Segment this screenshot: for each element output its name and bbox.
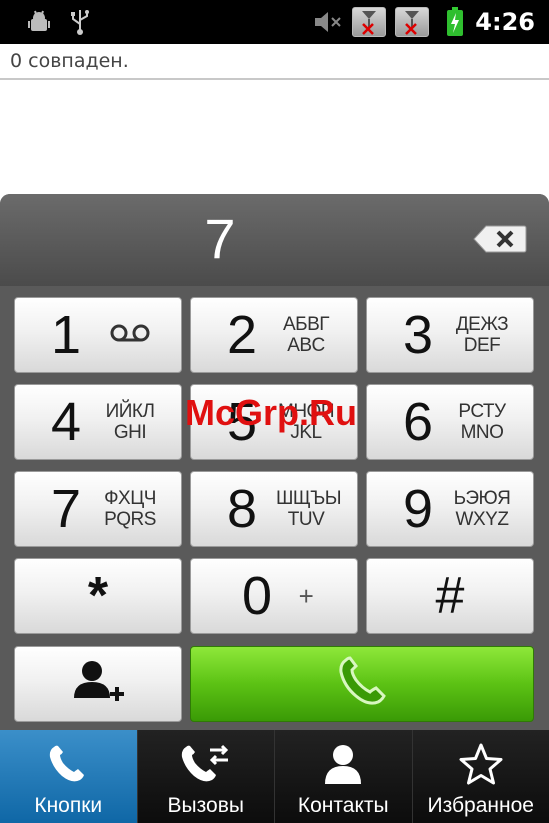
tab-keypad[interactable]: Кнопки bbox=[0, 730, 138, 823]
key-3[interactable]: 3 ДЕЖЗ DEF bbox=[366, 297, 534, 373]
key-hash[interactable]: # bbox=[366, 558, 534, 634]
bottom-tab-bar: Кнопки Вызовы Контакты Избранное bbox=[0, 730, 549, 823]
dialer-panel: 7 1 2 АБВГ ABC 3 ДЕЖЗ DEF 4 ИЙКЛ GHI 5 МНОП… bbox=[0, 194, 549, 730]
no-sim-1-icon bbox=[352, 7, 386, 37]
key-2[interactable]: 2 АБВГ ABC bbox=[190, 297, 358, 373]
key-letters: АБВГ ABC bbox=[276, 314, 336, 356]
key-digit: # bbox=[435, 567, 465, 625]
letters-cyrillic: ФХЦЧ bbox=[104, 488, 156, 509]
match-count: 0 совпаден. bbox=[0, 44, 549, 80]
digits-bar: 7 bbox=[0, 194, 549, 286]
backspace-icon[interactable] bbox=[472, 224, 528, 254]
letters-latin: WXYZ bbox=[455, 509, 509, 530]
letters-latin: DEF bbox=[463, 335, 501, 356]
mute-icon bbox=[312, 6, 344, 38]
key-7[interactable]: 7 ФХЦЧ PQRS bbox=[14, 471, 182, 547]
key-digit: 4 bbox=[50, 392, 82, 452]
phone-call-icon bbox=[332, 652, 392, 716]
call-log-icon bbox=[180, 738, 232, 790]
tab-calls[interactable]: Вызовы bbox=[137, 730, 275, 823]
key-6[interactable]: 6 РСТУ MNO bbox=[366, 384, 534, 460]
key-digit: * bbox=[87, 567, 109, 625]
key-digit: 2 bbox=[226, 305, 258, 365]
key-star[interactable]: * bbox=[14, 558, 182, 634]
dialed-number[interactable]: 7 bbox=[0, 202, 440, 276]
tab-label: Кнопки bbox=[34, 794, 103, 817]
star-icon bbox=[455, 738, 507, 790]
debug-icon bbox=[24, 6, 54, 38]
tab-label: Контакты bbox=[297, 794, 389, 817]
voicemail-icon bbox=[100, 323, 160, 348]
key-digit: 3 bbox=[402, 305, 434, 365]
key-digit: 6 bbox=[402, 392, 434, 452]
key-letters: ЬЭЮЯ WXYZ bbox=[452, 488, 512, 530]
letters-cyrillic: ДЕЖЗ bbox=[455, 314, 509, 335]
key-plus: + bbox=[298, 580, 314, 611]
key-letters: ДЕЖЗ DEF bbox=[452, 314, 512, 356]
letters-cyrillic: ШЩЪЫ bbox=[276, 488, 342, 509]
key-8[interactable]: 8 ШЩЪЫ TUV bbox=[190, 471, 358, 547]
key-9[interactable]: 9 ЬЭЮЯ WXYZ bbox=[366, 471, 534, 547]
letters-latin: GHI bbox=[113, 422, 147, 443]
key-digit: 7 bbox=[50, 479, 82, 539]
tab-label: Вызовы bbox=[167, 794, 244, 817]
letters-latin: MNO bbox=[460, 422, 504, 443]
tab-favorites[interactable]: Избранное bbox=[412, 730, 549, 823]
battery-charging-icon bbox=[444, 6, 466, 38]
watermark: McGrp.Ru bbox=[185, 392, 358, 433]
no-sim-2-icon bbox=[395, 7, 429, 37]
usb-icon bbox=[66, 6, 94, 38]
key-4[interactable]: 4 ИЙКЛ GHI bbox=[14, 384, 182, 460]
key-digit: 8 bbox=[226, 479, 258, 539]
tab-label: Избранное bbox=[427, 794, 534, 817]
letters-latin: ABC bbox=[287, 335, 325, 356]
phone-icon bbox=[42, 738, 94, 790]
key-digit: 0 bbox=[241, 566, 273, 626]
letters-cyrillic: ИЙКЛ bbox=[105, 401, 155, 422]
status-bar: 4:26 bbox=[0, 0, 549, 44]
letters-latin: PQRS bbox=[104, 509, 156, 530]
key-digit: 1 bbox=[50, 305, 82, 365]
status-time: 4:26 bbox=[475, 8, 535, 36]
key-letters: РСТУ MNO bbox=[452, 401, 512, 443]
add-contact-icon bbox=[66, 658, 130, 710]
key-digit: 9 bbox=[402, 479, 434, 539]
key-letters: ИЙКЛ GHI bbox=[100, 401, 160, 443]
add-contact-button[interactable] bbox=[14, 646, 182, 722]
letters-cyrillic: РСТУ bbox=[458, 401, 506, 422]
key-0[interactable]: 0 + bbox=[190, 558, 358, 634]
key-letters: ШЩЪЫ TUV bbox=[276, 488, 342, 530]
contacts-icon bbox=[317, 738, 369, 790]
call-button[interactable] bbox=[190, 646, 534, 722]
key-1[interactable]: 1 bbox=[14, 297, 182, 373]
tab-contacts[interactable]: Контакты bbox=[275, 730, 413, 823]
letters-cyrillic: АБВГ bbox=[282, 314, 330, 335]
match-list bbox=[0, 82, 549, 194]
letters-cyrillic: ЬЭЮЯ bbox=[453, 488, 511, 509]
letters-latin: TUV bbox=[287, 509, 325, 530]
key-letters: ФХЦЧ PQRS bbox=[100, 488, 160, 530]
